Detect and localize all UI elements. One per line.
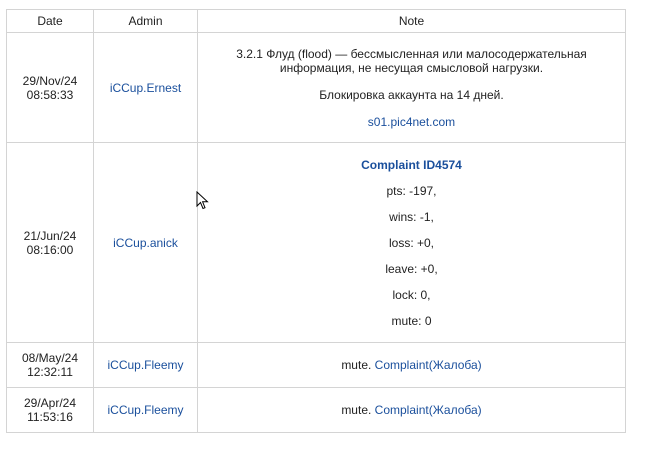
column-header-date: Date bbox=[6, 9, 94, 33]
stat-line: lock: 0, bbox=[392, 287, 431, 302]
time-text: 08:58:33 bbox=[26, 87, 74, 102]
stat-line: pts: -197, bbox=[386, 183, 437, 198]
column-header-admin: Admin bbox=[93, 9, 198, 33]
arrow-cursor-icon bbox=[196, 191, 209, 210]
note-cell: Complaint ID4574 pts: -197, wins: -1, lo… bbox=[197, 142, 626, 343]
table-header-row: Date Admin Note bbox=[6, 9, 626, 33]
table-row: 29/Nov/24 08:58:33 iCCup.Ernest 3.2.1 Фл… bbox=[6, 32, 626, 143]
admin-cell: iCCup.Ernest bbox=[93, 32, 198, 143]
time-text: 12:32:11 bbox=[27, 365, 73, 379]
date-cell: 08/May/24 12:32:11 bbox=[6, 342, 94, 388]
complaint-link[interactable]: Complaint(Жалоба) bbox=[375, 358, 482, 372]
stat-line: leave: +0, bbox=[385, 261, 438, 276]
time-text: 08:16:00 bbox=[26, 242, 74, 257]
admin-link[interactable]: iCCup.Fleemy bbox=[107, 403, 183, 417]
complaint-link[interactable]: Complaint ID4574 bbox=[361, 158, 462, 172]
date-text: 21/Jun/24 bbox=[23, 228, 77, 243]
admin-link[interactable]: iCCup.anick bbox=[113, 236, 178, 250]
admin-cell: iCCup.Fleemy bbox=[93, 387, 198, 433]
note-cell: 3.2.1 Флуд (flood) — бессмысленная или м… bbox=[197, 32, 626, 143]
date-cell: 29/Nov/24 08:58:33 bbox=[6, 32, 94, 143]
admin-link[interactable]: iCCup.Fleemy bbox=[107, 358, 183, 372]
stat-line: wins: -1, bbox=[389, 209, 434, 224]
table-row: 21/Jun/24 08:16:00 iCCup.anick Complaint… bbox=[6, 142, 626, 343]
date-cell: 21/Jun/24 08:16:00 bbox=[6, 142, 94, 343]
note-prefix: mute. bbox=[341, 403, 372, 417]
note-prefix: mute. bbox=[341, 358, 372, 372]
time-text: 11:53:16 bbox=[27, 410, 73, 424]
ban-history-table: Date Admin Note 29/Nov/24 08:58:33 iCCup… bbox=[6, 9, 626, 433]
date-text: 29/Nov/24 bbox=[22, 73, 78, 88]
date-cell: 29/Apr/24 11:53:16 bbox=[6, 387, 94, 433]
admin-link[interactable]: iCCup.Ernest bbox=[110, 81, 181, 95]
note-link[interactable]: s01.pic4net.com bbox=[368, 115, 455, 129]
note-cell: mute. Complaint(Жалоба) bbox=[197, 342, 626, 388]
column-header-note: Note bbox=[197, 9, 626, 33]
admin-cell: iCCup.Fleemy bbox=[93, 342, 198, 388]
table-row: 08/May/24 12:32:11 iCCup.Fleemy mute. Co… bbox=[6, 342, 626, 388]
stat-line: mute: 0 bbox=[391, 313, 432, 328]
note-text: Блокировка аккаунта на 14 дней. bbox=[319, 87, 504, 102]
date-text: 08/May/24 bbox=[21, 351, 79, 365]
table-row: 29/Apr/24 11:53:16 iCCup.Fleemy mute. Co… bbox=[6, 387, 626, 433]
note-text: информация, не несущая смысловой нагрузк… bbox=[279, 60, 544, 75]
stat-line: loss: +0, bbox=[388, 235, 435, 250]
admin-cell: iCCup.anick bbox=[93, 142, 198, 343]
note-text: 3.2.1 Флуд (flood) — бессмысленная или м… bbox=[236, 46, 587, 61]
date-text: 29/Apr/24 bbox=[23, 396, 77, 410]
complaint-link[interactable]: Complaint(Жалоба) bbox=[375, 403, 482, 417]
note-cell: mute. Complaint(Жалоба) bbox=[197, 387, 626, 433]
